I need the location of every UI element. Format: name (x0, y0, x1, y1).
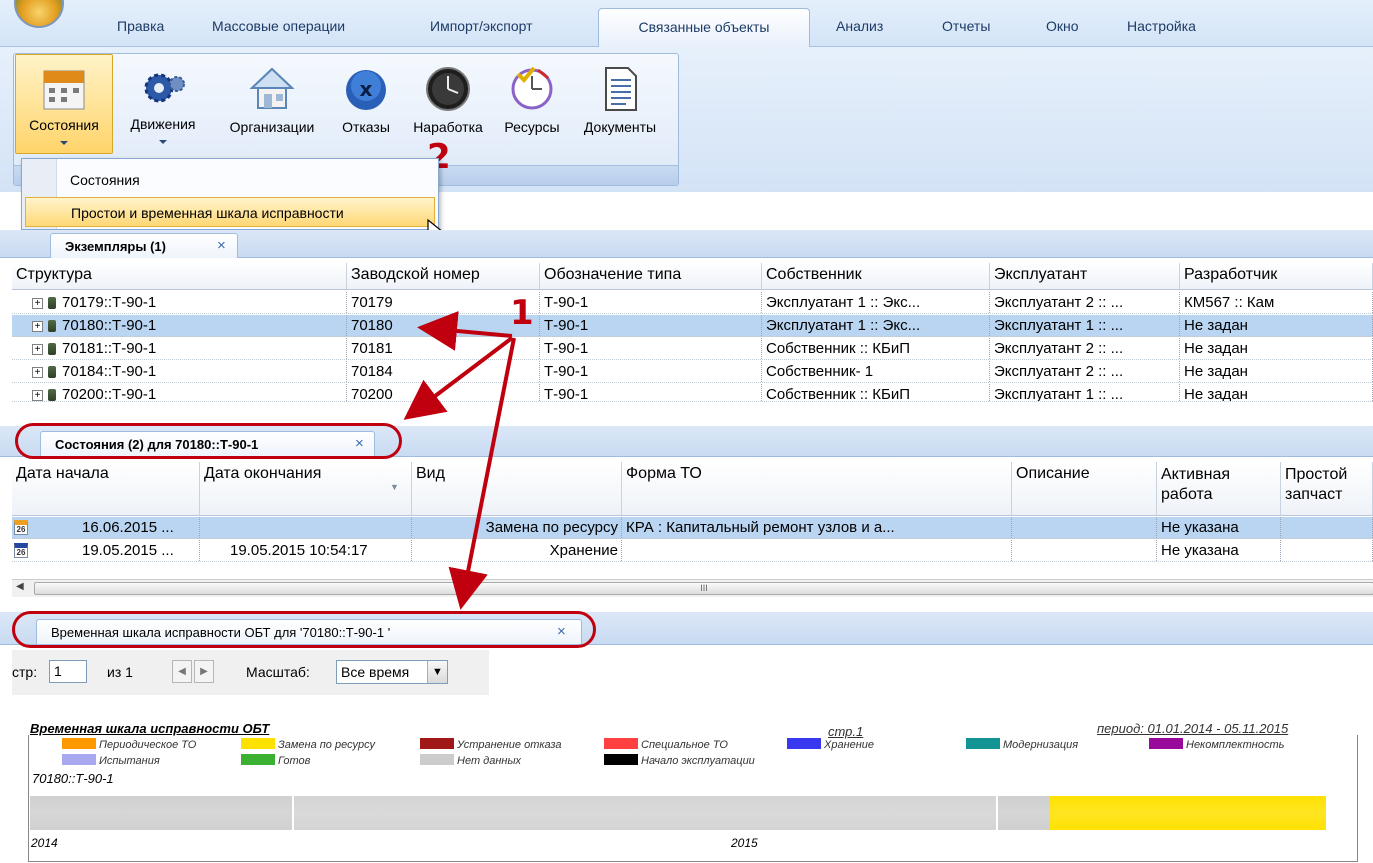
annotation-arrow (403, 336, 514, 420)
annotation-arrows (403, 311, 516, 610)
annotation-number-1: 1 (510, 293, 534, 333)
annotation-arrow (417, 311, 513, 351)
annotation-arrow (448, 337, 516, 610)
